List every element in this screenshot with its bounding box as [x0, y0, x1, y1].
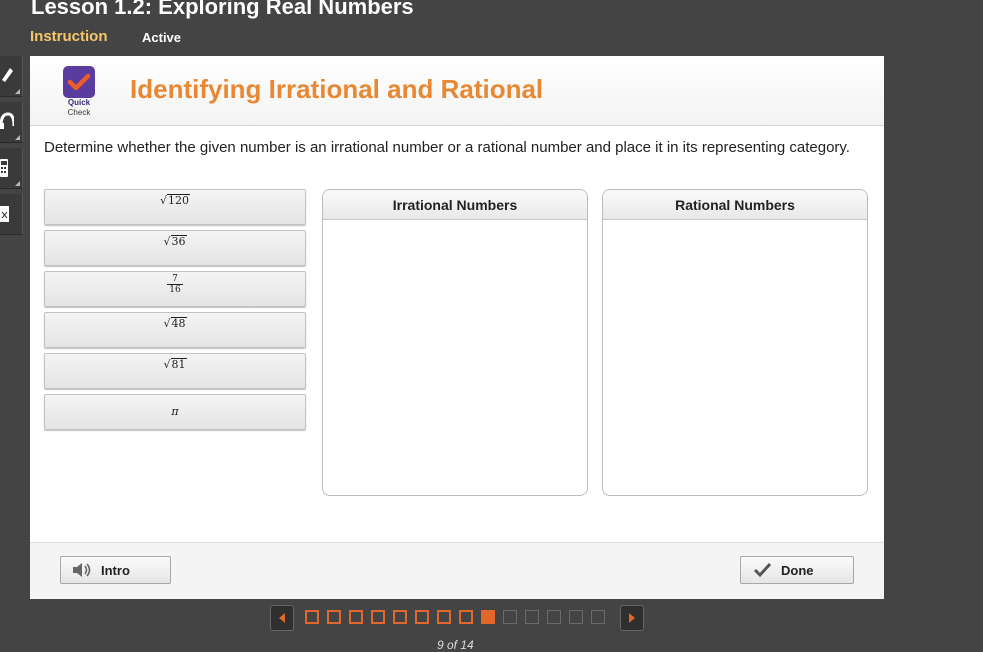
- radicand: 81: [170, 358, 187, 371]
- quick-check-label: Quick Check: [58, 98, 100, 118]
- page-indicator-8[interactable]: [459, 610, 473, 624]
- quick-check-label-line2: Check: [67, 108, 91, 117]
- radicand: 48: [170, 317, 187, 330]
- irrational-numbers-header: Irrational Numbers: [323, 190, 587, 220]
- sqrt-expression: √120: [159, 194, 190, 207]
- draggable-tile-pi[interactable]: π: [44, 394, 306, 430]
- tab-status-label: Active: [142, 30, 182, 45]
- headphones-icon: [0, 112, 14, 129]
- pencil-icon: [2, 68, 13, 82]
- calculator-tool-button[interactable]: [0, 148, 23, 189]
- sqrt-expression: √81: [163, 358, 187, 371]
- page-count: 9 of 14: [437, 638, 474, 652]
- quick-check-label-line1: Quick: [67, 98, 91, 107]
- page-indicator-1[interactable]: [305, 610, 319, 624]
- formula-tool-button[interactable]: [0, 194, 23, 235]
- instructions-text: Determine whether the given number is an…: [44, 139, 850, 156]
- formula-icon: [0, 206, 9, 222]
- rational-numbers-header: Rational Numbers: [603, 190, 867, 220]
- page-navigator: [270, 605, 650, 631]
- page-indicator-14[interactable]: [591, 610, 605, 624]
- quick-check-badge: [63, 66, 95, 98]
- page-indicator-5[interactable]: [393, 610, 407, 624]
- radicand: 36: [170, 235, 187, 248]
- draggable-tile-sqrt-48[interactable]: √48: [44, 312, 306, 348]
- arrow-right-icon: [629, 613, 635, 623]
- activity-title: Identifying Irrational and Rational: [130, 74, 544, 104]
- tool-expand-indicator: [15, 181, 20, 186]
- draggable-tile-sqrt-36[interactable]: √36: [44, 230, 306, 266]
- tool-expand-indicator: [15, 89, 20, 94]
- pi-symbol: π: [171, 405, 179, 418]
- fraction-denominator: 16: [169, 285, 181, 295]
- draggable-tile-fraction-7-16[interactable]: 7 16: [44, 271, 306, 307]
- next-page-button[interactable]: [620, 605, 644, 631]
- audio-tool-button[interactable]: [0, 102, 23, 143]
- activity-panel: Quick Check Identifying Irrational and R…: [30, 56, 884, 599]
- tool-expand-indicator: [15, 135, 20, 140]
- page-indicator-13[interactable]: [569, 610, 583, 624]
- previous-page-button[interactable]: [270, 605, 294, 631]
- rational-numbers-drop-zone[interactable]: Rational Numbers: [602, 189, 868, 496]
- page-indicator-12[interactable]: [547, 610, 561, 624]
- page-indicator-4[interactable]: [371, 610, 385, 624]
- checkmark-icon: [67, 73, 91, 91]
- radicand: 120: [167, 194, 190, 207]
- fraction-expression: 7 16: [167, 274, 183, 295]
- page-indicator-7[interactable]: [437, 610, 451, 624]
- draggable-tile-sqrt-120[interactable]: √120: [44, 189, 306, 225]
- page-indicator-9[interactable]: [481, 610, 495, 624]
- done-button-label: Done: [781, 563, 814, 578]
- checkmark-icon: [753, 562, 772, 578]
- irrational-numbers-drop-zone[interactable]: Irrational Numbers: [322, 189, 588, 496]
- page-indicator-6[interactable]: [415, 610, 429, 624]
- fraction-numerator: 7: [167, 274, 183, 285]
- activity-footer: Intro Done: [30, 542, 884, 599]
- activity-header: Quick Check Identifying Irrational and R…: [30, 56, 884, 126]
- page-indicator-10[interactable]: [503, 610, 517, 624]
- page-indicator-2[interactable]: [327, 610, 341, 624]
- arrow-left-icon: [279, 613, 285, 623]
- sqrt-expression: √36: [163, 235, 187, 248]
- page-indicator-3[interactable]: [349, 610, 363, 624]
- speaker-icon: [73, 563, 91, 577]
- intro-button-label: Intro: [101, 563, 130, 578]
- lesson-title: Lesson 1.2: Exploring Real Numbers: [31, 0, 414, 19]
- pencil-tool-button[interactable]: [0, 56, 23, 97]
- done-button[interactable]: Done: [740, 556, 854, 584]
- draggable-tile-sqrt-81[interactable]: √81: [44, 353, 306, 389]
- intro-button[interactable]: Intro: [60, 556, 171, 584]
- sqrt-expression: √48: [163, 317, 187, 330]
- page-indicator-11[interactable]: [525, 610, 539, 624]
- calculator-icon: [0, 159, 8, 177]
- tab-instruction[interactable]: Instruction: [30, 28, 108, 45]
